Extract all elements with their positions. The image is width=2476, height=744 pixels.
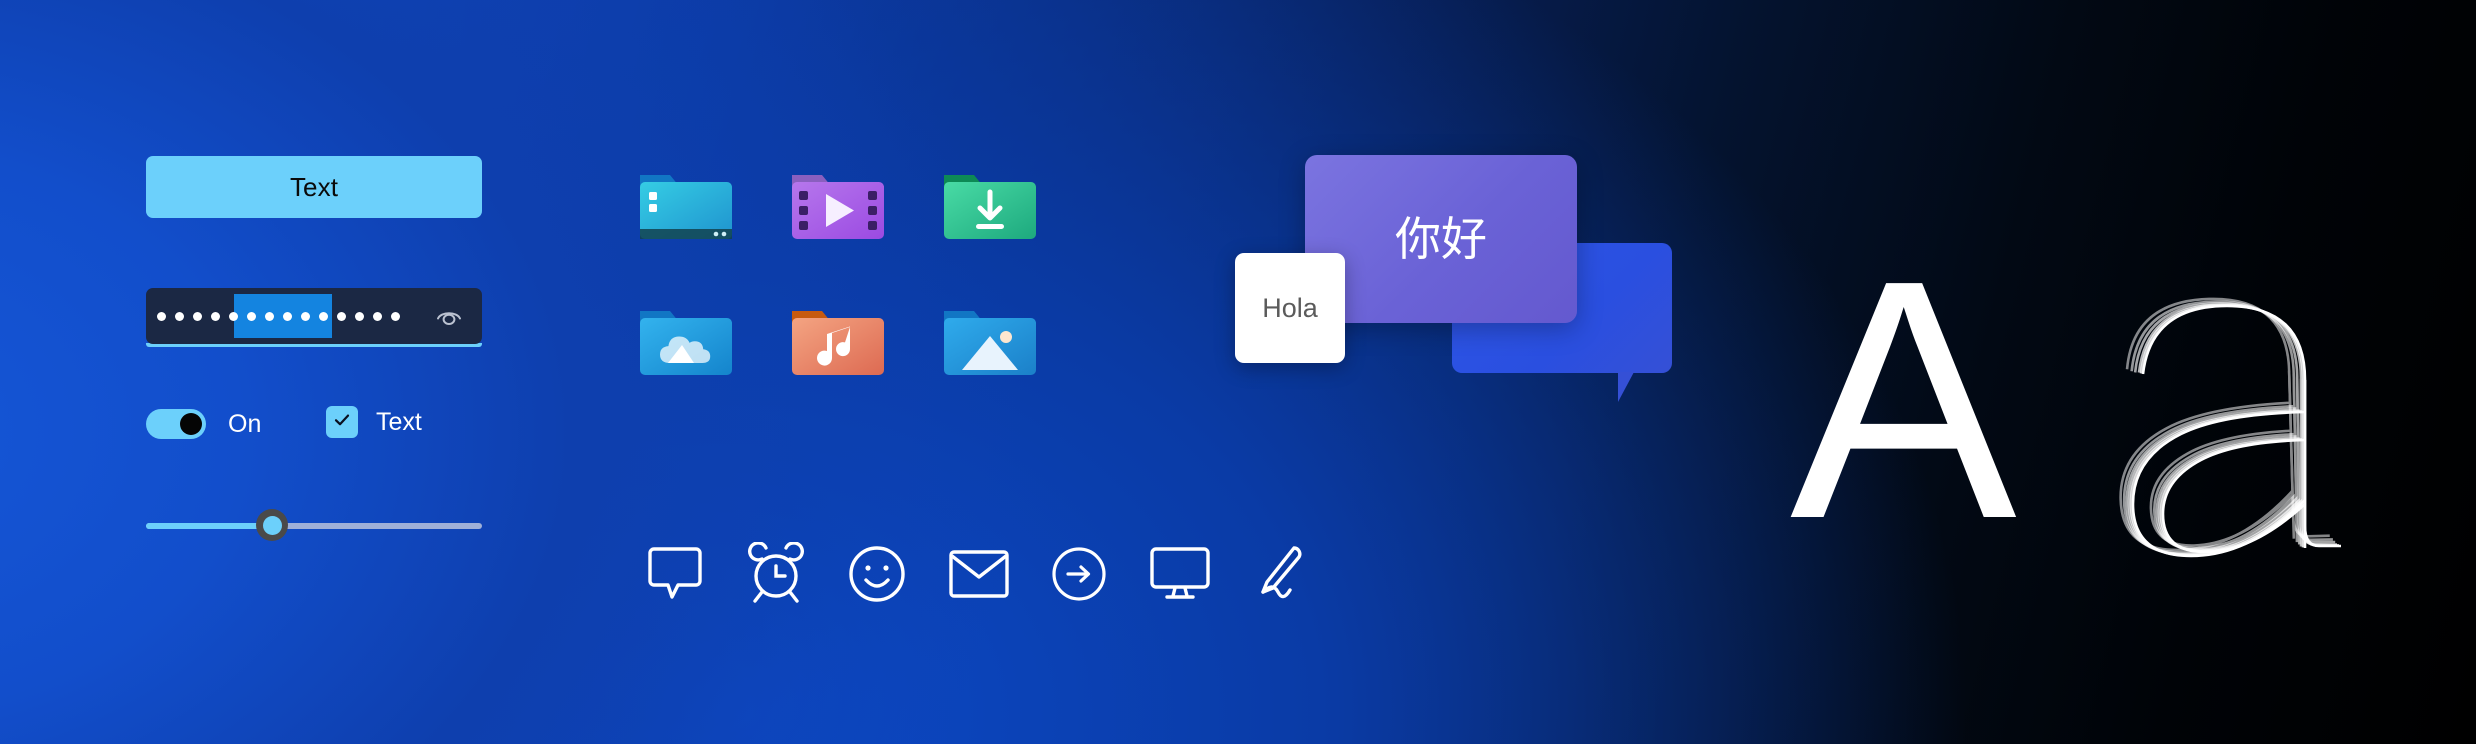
bubble-text-spanish: Hola <box>1262 292 1318 323</box>
developer-folder-icon[interactable] <box>636 155 736 255</box>
glyph-lowercase-a-outlines <box>2080 226 2440 646</box>
chat-bubble-chinese: 你好 <box>1305 155 1577 323</box>
translation-bubbles-group: مر 你好 Hola <box>1235 155 1675 445</box>
checkbox-label: Text <box>376 407 422 436</box>
pictures-folder-icon[interactable] <box>940 291 1040 391</box>
comment-icon[interactable] <box>640 535 710 613</box>
arrow-right-circle-icon[interactable] <box>1044 535 1114 613</box>
line-icon-row <box>640 535 1700 627</box>
bubble-text-chinese: 你好 <box>1395 213 1487 265</box>
music-folder-icon[interactable] <box>788 291 888 391</box>
videos-folder-icon[interactable] <box>788 155 888 255</box>
bubble-tail <box>1618 372 1648 402</box>
volume-slider[interactable] <box>146 509 482 543</box>
slider-fill <box>146 523 270 529</box>
envelope-icon[interactable] <box>944 535 1014 613</box>
smiley-face-icon[interactable] <box>842 535 912 613</box>
typography-specimen: A <box>1790 210 2450 660</box>
chat-bubble-spanish: Hola <box>1235 253 1345 363</box>
monitor-icon[interactable] <box>1145 535 1215 613</box>
text-checkbox[interactable] <box>326 406 358 438</box>
password-field-group <box>146 288 482 347</box>
slider-thumb[interactable] <box>256 509 288 541</box>
alarm-clock-icon[interactable] <box>741 535 811 613</box>
toggle-knob <box>180 413 202 435</box>
glyph-uppercase-a: A <box>1790 210 2017 590</box>
checkmark-icon <box>332 410 352 435</box>
downloads-folder-icon[interactable] <box>940 155 1040 255</box>
password-input[interactable] <box>146 288 482 344</box>
controls-column: Text On Text <box>146 156 482 541</box>
onedrive-folder-icon[interactable] <box>636 291 736 391</box>
toggle-label: On <box>228 409 262 438</box>
checkbox-row: Text <box>326 406 422 438</box>
folder-icon-grid <box>636 155 1092 427</box>
password-masked-dots <box>157 311 400 321</box>
design-showcase-canvas: Text On Text 你好 Hola A <box>0 0 2476 744</box>
pen-ink-icon[interactable] <box>1249 535 1319 613</box>
toggle-row: On <box>146 409 261 439</box>
on-off-toggle[interactable] <box>146 409 206 439</box>
text-button[interactable]: Text <box>146 156 482 218</box>
eye-icon[interactable] <box>434 301 464 331</box>
